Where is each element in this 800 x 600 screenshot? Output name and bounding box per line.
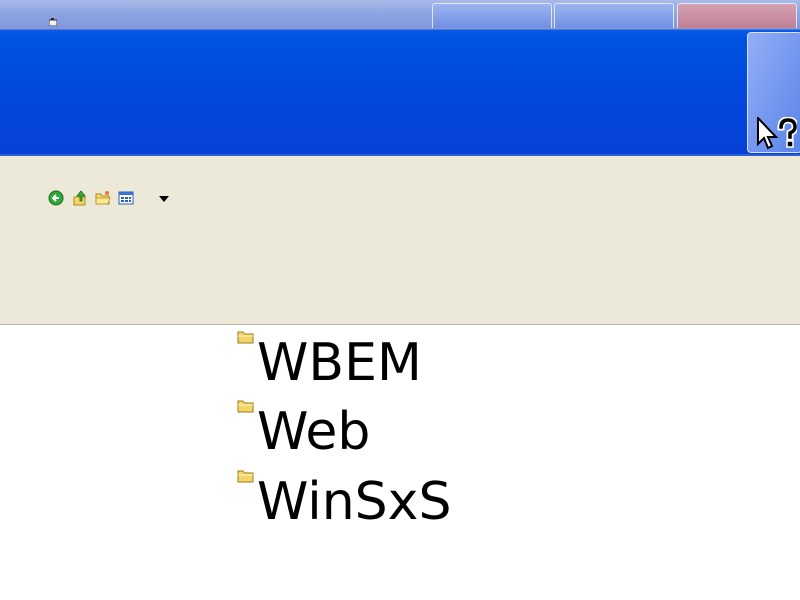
help-button[interactable]: [747, 32, 800, 153]
header-band: [0, 30, 800, 156]
close-button[interactable]: [677, 3, 797, 28]
folder-icon: [237, 331, 254, 344]
file-list: WBEM Web WinSxS: [0, 326, 800, 600]
chevron-down-icon[interactable]: [157, 194, 171, 204]
toolbar: [0, 156, 800, 325]
explorer-window: WBEM Web WinSxS: [0, 0, 800, 600]
folder-label: Web: [257, 402, 371, 462]
folders-icon[interactable]: [95, 190, 111, 206]
folder-item-web[interactable]: Web: [237, 395, 657, 462]
window-system-icon[interactable]: [49, 18, 57, 26]
folder-label: WBEM: [257, 333, 422, 393]
back-arrow-icon[interactable]: [48, 190, 64, 206]
title-bar[interactable]: [0, 0, 800, 30]
folder-icon: [237, 400, 254, 413]
views-icon[interactable]: [118, 190, 134, 206]
folder-item-winsxs[interactable]: WinSxS: [237, 465, 657, 532]
minimize-button[interactable]: [432, 3, 552, 28]
help-cursor-icon: [757, 117, 797, 150]
up-folder-icon[interactable]: [72, 190, 88, 206]
folder-label: WinSxS: [257, 472, 452, 532]
folder-icon: [237, 470, 254, 483]
maximize-button[interactable]: [554, 3, 674, 28]
folder-item-wbem[interactable]: WBEM: [237, 326, 657, 393]
